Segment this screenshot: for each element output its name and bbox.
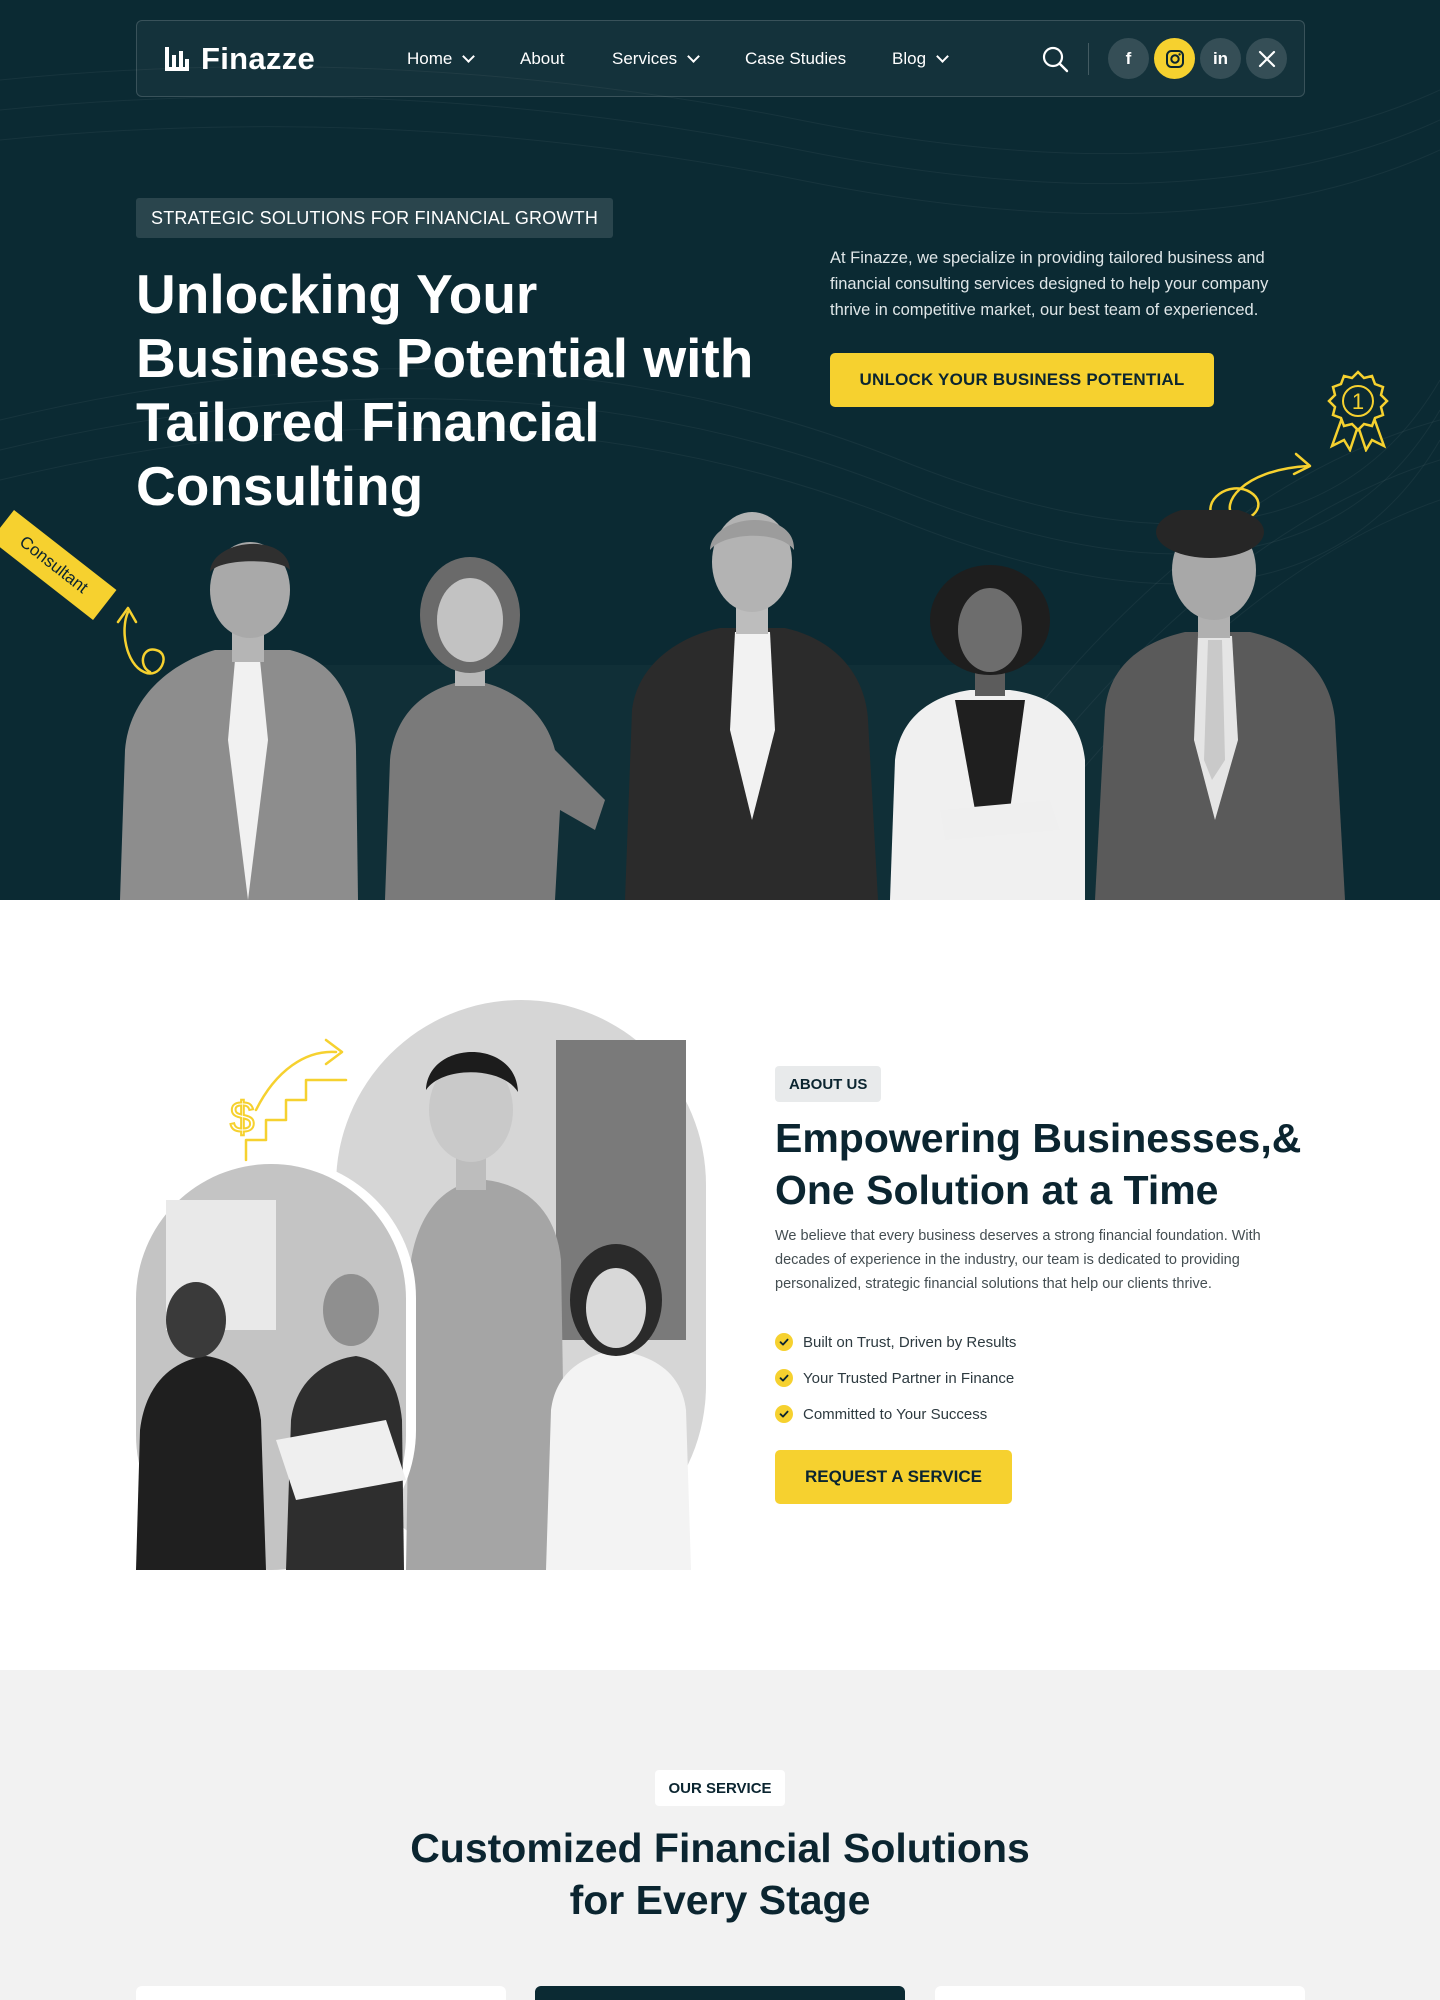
hero-title: Unlocking Your Business Potential with T… <box>136 263 754 517</box>
hero-tagline: STRATEGIC SOLUTIONS FOR FINANCIAL GROWTH <box>136 198 614 238</box>
logo[interactable]: Finazze <box>163 41 315 77</box>
team-member-1 <box>120 542 358 900</box>
search-icon[interactable] <box>1037 41 1073 77</box>
nav-case-studies-label: Case Studies <box>745 49 847 68</box>
chevron-down-icon <box>936 50 949 63</box>
x-glyph <box>1258 50 1275 67</box>
service-title: Customized Financial Solutions for Every… <box>320 1822 1120 1926</box>
hero-section: Finazze Home About Services Case Studies… <box>0 0 1440 900</box>
hero-description: At Finazze, we specialize in providing t… <box>830 249 1269 319</box>
check-icon <box>775 1333 793 1351</box>
nav-about-label: About <box>520 49 565 68</box>
facebook-icon[interactable]: f <box>1108 38 1149 79</box>
unlock-potential-button[interactable]: UNLOCK YOUR BUSINESS POTENTIAL <box>830 353 1214 407</box>
request-service-button[interactable]: REQUEST A SERVICE <box>775 1450 1012 1504</box>
service-title-line-1: Customized Financial Solutions <box>410 1825 1030 1871</box>
about-us-tag: ABOUT US <box>775 1066 882 1102</box>
service-section: OUR SERVICE Customized Financial Solutio… <box>0 1670 1440 2000</box>
team-member-5 <box>1095 510 1345 900</box>
x-twitter-icon[interactable] <box>1246 38 1287 79</box>
instagram-glyph <box>1165 49 1184 68</box>
nav-blog[interactable]: Blog <box>892 47 949 71</box>
nav-blog-label: Blog <box>892 49 927 68</box>
nav-services-label: Services <box>612 49 678 68</box>
nav-home[interactable]: Home <box>407 47 476 71</box>
about-section: $ ABOUT US Empowering Businesses,& One S… <box>0 900 1440 1670</box>
nav-services[interactable]: Services <box>612 47 701 71</box>
badge-number: 1 <box>1352 389 1364 414</box>
check-icon <box>775 1405 793 1423</box>
list-item: Built on Trust, Driven by Results <box>775 1324 1295 1360</box>
team-member-4 <box>890 565 1085 900</box>
logo-text: Finazze <box>201 41 316 76</box>
dollar-icon: $ <box>230 1093 254 1142</box>
service-title-line-2: for Every Stage <box>569 1877 871 1923</box>
about-title: Empowering Businesses,& One Solution at … <box>775 1115 1302 1213</box>
nav-about[interactable]: About <box>520 47 564 71</box>
award-badge-icon: 1 <box>1327 370 1389 452</box>
team-member-2 <box>385 557 605 900</box>
service-card[interactable] <box>535 1986 905 2000</box>
feature-text: Built on Trust, Driven by Results <box>803 1333 1017 1351</box>
feature-text: Committed to Your Success <box>803 1405 988 1423</box>
our-service-tag: OUR SERVICE <box>655 1770 785 1806</box>
about-description: We believe that every business deserves … <box>775 1228 1261 1292</box>
team-photo <box>120 510 1345 900</box>
list-item: Your Trusted Partner in Finance <box>775 1360 1295 1396</box>
about-image-collage: $ <box>136 1000 706 1570</box>
feature-text: Your Trusted Partner in Finance <box>803 1369 1015 1387</box>
nav-case-studies[interactable]: Case Studies <box>745 47 846 71</box>
main-navbar: Finazze Home About Services Case Studies… <box>136 20 1305 97</box>
chevron-down-icon <box>687 50 701 63</box>
list-item: Committed to Your Success <box>775 1396 1295 1432</box>
about-feature-list: Built on Trust, Driven by Results Your T… <box>775 1324 1295 1432</box>
service-card[interactable] <box>136 1986 506 2000</box>
nav-divider <box>1088 43 1089 75</box>
check-icon <box>775 1369 793 1387</box>
growth-stairs-icon <box>244 1038 348 1162</box>
nav-home-label: Home <box>407 49 453 68</box>
service-card[interactable] <box>935 1986 1305 2000</box>
linkedin-icon[interactable]: in <box>1200 38 1241 79</box>
team-member-3 <box>625 512 878 900</box>
instagram-icon[interactable] <box>1154 38 1195 79</box>
bar-chart-icon <box>165 47 189 71</box>
chevron-down-icon <box>462 50 476 63</box>
